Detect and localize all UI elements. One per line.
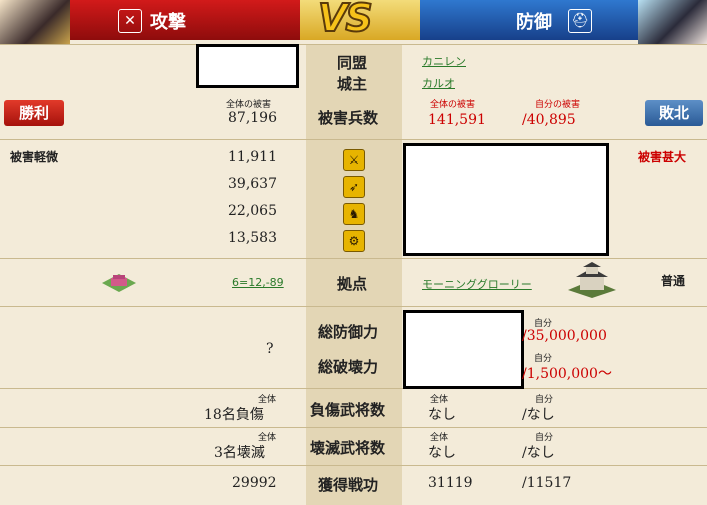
- redacted-attacker-name: [196, 44, 299, 88]
- attacker-merit: 29992: [232, 475, 277, 491]
- row-divider: [0, 388, 707, 389]
- defender-damage-status: 被害甚大: [638, 150, 687, 164]
- merit-label: 獲得戦功: [318, 476, 379, 494]
- base-label: 拠点: [337, 275, 368, 293]
- attack-header-bar: [70, 0, 320, 40]
- lord-link[interactable]: カルオ: [422, 75, 455, 91]
- bow-unit-icon: ➶: [343, 176, 365, 198]
- destroyed-total-value: なし: [428, 445, 456, 461]
- spear-unit-icon: ⚔: [343, 149, 365, 171]
- unit-value: 13,583: [228, 230, 277, 246]
- lord-label: 城主: [337, 75, 368, 93]
- attacker-total-caption: 全体の被害: [226, 100, 272, 110]
- defense-power-label: 総防御力: [318, 323, 379, 341]
- siege-unit-icon: ⚙: [343, 230, 365, 252]
- crossed-swords-icon: ✕: [118, 9, 142, 33]
- alliance-link[interactable]: カニレン: [422, 53, 466, 69]
- helmet-icon: ⛑: [568, 9, 592, 33]
- attacker-base-coordinate-link[interactable]: 6=12,-89: [232, 276, 284, 289]
- destroyed-generals-label: 壊滅武将数: [310, 439, 386, 457]
- attacker-power-unknown: ?: [266, 341, 274, 357]
- injured-generals-label: 負傷武将数: [310, 401, 386, 419]
- redacted-defender-units: [403, 143, 609, 256]
- destroyed-own-value: /なし: [522, 445, 555, 461]
- row-divider: [0, 258, 707, 259]
- defense-power-own: /35,000,000: [522, 328, 607, 344]
- defender-own-caption: 自分の被害: [535, 100, 581, 110]
- unit-value: 39,637: [228, 176, 277, 192]
- destroyed-attacker-value: 3名壊滅: [214, 445, 265, 461]
- row-divider: [0, 465, 707, 466]
- row-divider: [0, 44, 707, 45]
- alliance-label: 同盟: [337, 54, 368, 72]
- unit-value: 11,911: [228, 149, 277, 165]
- destruction-power-own: /1,500,000～: [522, 366, 612, 382]
- defender-base-link[interactable]: モーニンググローリー: [422, 276, 532, 292]
- row-divider: [0, 306, 707, 307]
- cavalry-unit-icon: ♞: [343, 203, 365, 225]
- defender-merit: 31119: [428, 475, 473, 491]
- defender-total-caption: 全体の被害: [430, 100, 476, 110]
- win-badge: 勝利: [4, 100, 64, 126]
- casualties-label: 被害兵数: [318, 109, 379, 127]
- injured-own-value: /なし: [522, 407, 555, 423]
- redacted-defender-power: [403, 310, 524, 389]
- attacker-damage-status: 被害軽微: [10, 150, 59, 164]
- row-divider: [0, 139, 707, 140]
- injured-attacker-value: 18名負傷: [204, 407, 264, 423]
- defender-portrait: [638, 0, 707, 44]
- attacker-base-icon: [100, 272, 138, 294]
- defender-total-casualties: 141,591: [428, 112, 486, 128]
- defense-title: 防御: [516, 12, 552, 33]
- row-divider: [0, 427, 707, 428]
- attacker-portrait: [0, 0, 70, 44]
- unit-value: 22,065: [228, 203, 277, 219]
- lose-badge: 敗北: [645, 100, 703, 126]
- vs-label: VS: [317, 0, 374, 41]
- own-merit: /11517: [522, 475, 572, 491]
- castle-icon: [566, 262, 618, 298]
- injured-total-value: なし: [428, 407, 456, 423]
- attack-title: 攻撃: [150, 12, 186, 33]
- destruction-power-label: 総破壊力: [318, 358, 379, 376]
- base-status: 普通: [661, 274, 686, 288]
- attacker-total-casualties: 87,196: [228, 110, 277, 126]
- defender-own-casualties: /40,895: [522, 112, 576, 128]
